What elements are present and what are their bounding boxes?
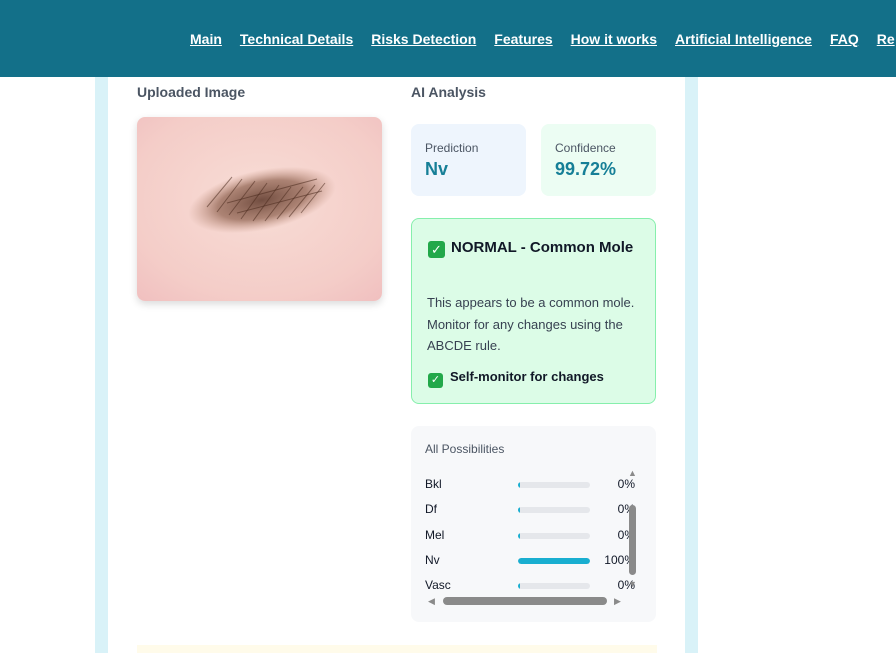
list-item: Bkl 0% (425, 477, 635, 493)
top-navigation-bar: Main Technical Details Risks Detection Feat… (0, 0, 896, 77)
probability-bar-fill (518, 558, 590, 564)
class-name: Vasc (425, 578, 451, 592)
probability-bar (518, 558, 590, 564)
result-title-text: NORMAL - Common Mole (451, 239, 634, 256)
nav-link-main[interactable]: Main (190, 31, 222, 47)
nav-links: Main Technical Details Risks Detection Feat… (190, 31, 896, 49)
probability-bar-fill (518, 583, 520, 589)
scroll-up-arrow-icon[interactable]: ▲ (628, 469, 637, 478)
scroll-left-arrow-icon[interactable]: ◀ (428, 597, 435, 606)
vertical-scrollbar-thumb[interactable] (629, 505, 636, 575)
class-name: Mel (425, 528, 445, 542)
probability-bar (518, 533, 590, 539)
confidence-card: Confidence 99.72% (541, 124, 656, 196)
scroll-down-arrow-icon[interactable]: ▼ (628, 580, 637, 589)
probability-value: 0% (617, 477, 635, 491)
scroll-right-arrow-icon[interactable]: ▶ (614, 597, 621, 606)
possibilities-title: All Possibilities (425, 442, 505, 456)
nav-link-how-it-works[interactable]: How it works (571, 31, 657, 47)
uploaded-image-heading: Uploaded Image (137, 84, 246, 100)
result-title: ✓ NORMAL - Common Mole (428, 235, 643, 261)
probability-bar (518, 583, 590, 589)
list-item: Df 0% (425, 502, 635, 518)
nav-link-artificial-intelligence[interactable]: Artificial Intelligence (675, 31, 812, 47)
class-name: Bkl (425, 477, 442, 491)
probability-bar (518, 507, 590, 513)
uploaded-skin-image (137, 117, 382, 301)
all-possibilities-panel[interactable]: All Possibilities Bkl 0% Df 0% Mel 0% Nv… (411, 426, 656, 622)
result-tip: ✓ Self-monitor for changes (428, 369, 604, 388)
result-description: This appears to be a common mole. Monito… (427, 295, 635, 353)
confidence-value: 99.72% (555, 159, 617, 179)
probability-bar-fill (518, 533, 520, 539)
check-icon: ✓ (428, 373, 443, 388)
probability-bar-fill (518, 482, 520, 488)
result-tip-text: Self-monitor for changes (450, 369, 604, 384)
nav-link-features[interactable]: Features (494, 31, 552, 47)
prediction-value: Nv (425, 159, 449, 179)
nav-link-technical-details[interactable]: Technical Details (240, 31, 353, 47)
class-name: Nv (425, 553, 440, 567)
nav-link-faq[interactable]: FAQ (830, 31, 859, 47)
prediction-label: Prediction (425, 141, 479, 155)
probability-bar-fill (518, 507, 520, 513)
probability-bar (518, 482, 590, 488)
list-item: Vasc 0% (425, 578, 635, 594)
confidence-label: Confidence (555, 141, 616, 155)
content-border-right (685, 77, 698, 653)
check-icon: ✓ (428, 241, 445, 258)
ai-analysis-heading: AI Analysis (411, 84, 486, 100)
list-item: Nv 100% (425, 553, 635, 569)
horizontal-scrollbar-thumb[interactable] (443, 597, 607, 605)
next-section-edge (137, 645, 657, 653)
prediction-card: Prediction Nv (411, 124, 526, 196)
result-card: ✓ NORMAL - Common Mole This appears to be… (411, 218, 656, 404)
nav-link-risks-detection[interactable]: Risks Detection (371, 31, 476, 47)
list-item: Mel 0% (425, 528, 635, 544)
content-border-left (95, 77, 108, 653)
nav-link-truncated[interactable]: Re (877, 31, 895, 47)
class-name: Df (425, 502, 437, 516)
